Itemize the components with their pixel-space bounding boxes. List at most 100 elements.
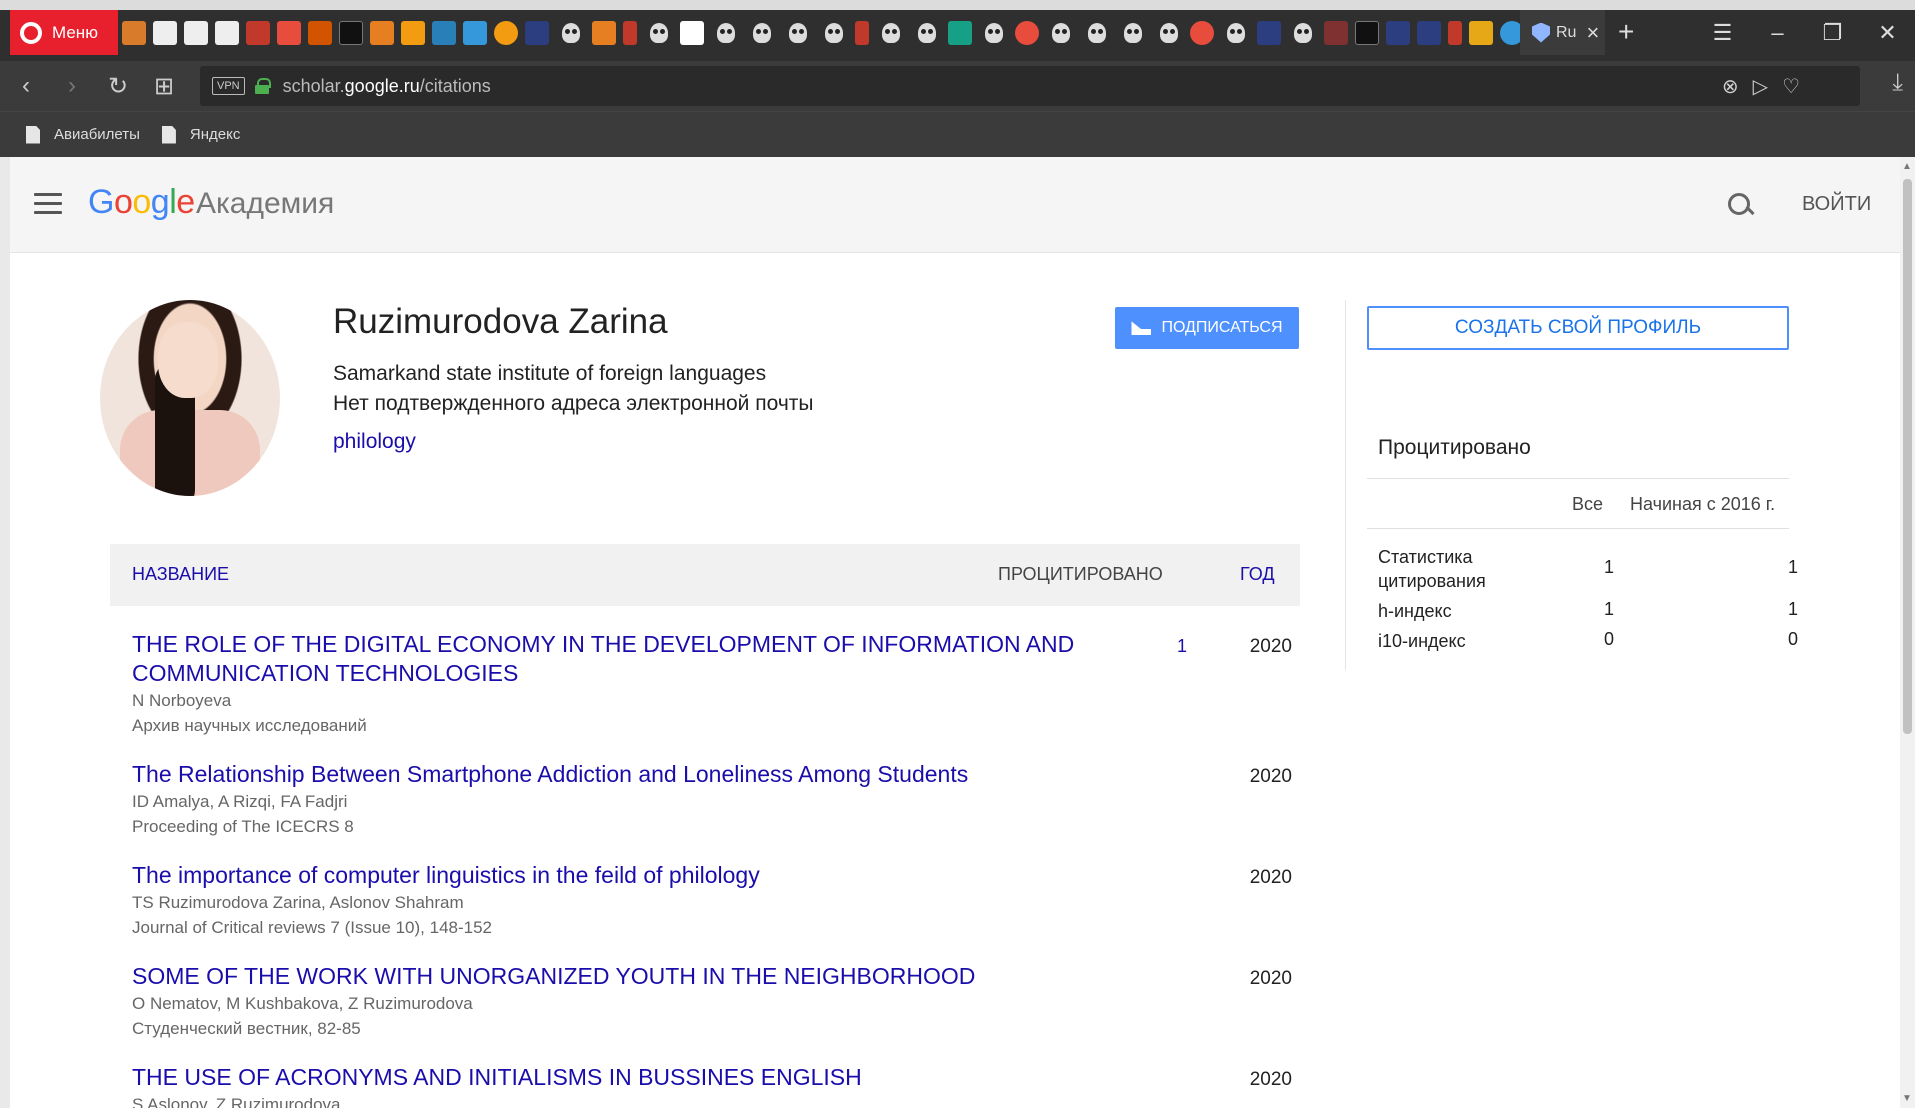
tab-document-icon[interactable]	[153, 21, 177, 45]
tab-menu-icon[interactable]: ☰	[1695, 20, 1750, 46]
tab-skull-icon[interactable]	[753, 23, 771, 43]
tab-skull-icon[interactable]	[562, 23, 580, 43]
tab-document-icon[interactable]	[184, 21, 208, 45]
forward-icon[interactable]: ›	[52, 72, 92, 100]
pinned-tabs	[122, 16, 1531, 50]
tab-pdf-icon[interactable]	[277, 21, 301, 45]
tab-skull-icon[interactable]	[717, 23, 735, 43]
tab-favicon-icon[interactable]	[432, 21, 456, 45]
publication-row: THE USE OF ACRONYMS AND INITIALISMS IN B…	[132, 1063, 1302, 1108]
page-scrollbar[interactable]: ▲ ▼	[1900, 157, 1915, 1108]
bookmark-aviabilety[interactable]: Авиабилеты	[26, 125, 140, 144]
sort-by-title-header[interactable]: НАЗВАНИЕ	[132, 564, 229, 585]
tab-favicon-icon[interactable]	[370, 21, 394, 45]
opera-logo-icon	[20, 21, 42, 44]
tab-favicon-icon[interactable]	[1015, 21, 1039, 45]
tab-heart-icon[interactable]	[1190, 21, 1214, 45]
publication-title-link[interactable]: SOME OF THE WORK WITH UNORGANIZED YOUTH …	[132, 962, 1092, 991]
tab-favicon-icon[interactable]	[246, 21, 270, 45]
speed-dial-grid-icon[interactable]: ⊞	[144, 72, 184, 101]
publication-title-link[interactable]: The Relationship Between Smartphone Addi…	[132, 760, 1092, 789]
opera-menu-button[interactable]: Меню	[10, 10, 118, 55]
tab-document-icon[interactable]	[215, 21, 239, 45]
send-icon[interactable]: ▷	[1753, 74, 1768, 99]
tab-favicon-icon[interactable]	[494, 21, 518, 45]
cited-by-since-value: 0	[1787, 629, 1798, 649]
scholar-logo-text[interactable]: Академия	[196, 187, 334, 221]
tab-skull-icon[interactable]	[1052, 23, 1070, 43]
profile-interest-link[interactable]: philology	[333, 430, 416, 454]
tab-favicon-icon[interactable]	[948, 21, 972, 45]
tab-favicon-icon[interactable]	[680, 21, 704, 45]
active-tab[interactable]: Ru ×	[1520, 10, 1605, 55]
publication-title-link[interactable]: THE USE OF ACRONYMS AND INITIALISMS IN B…	[132, 1063, 1092, 1092]
tab-k-icon[interactable]	[339, 21, 363, 45]
publication-title-link[interactable]: THE ROLE OF THE DIGITAL ECONOMY IN THE D…	[132, 630, 1092, 688]
cited-by-col-all: Все	[1572, 494, 1604, 514]
tab-favicon-icon[interactable]	[592, 21, 616, 45]
adblock-icon[interactable]: ⊗	[1722, 74, 1739, 99]
download-icon[interactable]: ⤓	[1892, 69, 1903, 97]
tab-skull-icon[interactable]	[985, 23, 1003, 43]
url-text[interactable]: scholar.google.ru/citations	[283, 76, 491, 97]
follow-button[interactable]: ПОДПИСАТЬСЯ	[1115, 307, 1299, 349]
address-bar[interactable]: VPN scholar.google.ru/citations ⊗ ▷ ♡	[200, 66, 1860, 106]
tab-skull-icon[interactable]	[1294, 23, 1312, 43]
tab-flag-icon[interactable]	[525, 21, 549, 45]
restore-icon[interactable]: ❐	[1805, 20, 1860, 46]
sort-by-year-header[interactable]: ГОД	[1240, 564, 1275, 585]
tab-skull-icon[interactable]	[825, 23, 843, 43]
reload-icon[interactable]: ↻	[98, 72, 138, 101]
google-logo[interactable]: Google	[88, 183, 195, 222]
publication-title-link[interactable]: The importance of computer linguistics i…	[132, 861, 1092, 890]
tab-favicon-icon[interactable]	[855, 21, 869, 45]
cited-by-header[interactable]: ПРОЦИТИРОВАНО	[998, 564, 1163, 585]
tab-skull-icon[interactable]	[918, 23, 936, 43]
cited-by-title: Процитировано	[1378, 436, 1531, 459]
scroll-down-arrow-icon[interactable]: ▼	[1902, 1093, 1912, 1104]
tab-favicon-icon[interactable]	[401, 21, 425, 45]
search-icon[interactable]	[1726, 191, 1754, 219]
bookmark-yandex[interactable]: Яндекс	[161, 125, 240, 144]
browser-chrome: Меню Ru × + ☰ – ❐ ✕ ‹ › ↻ ⊞ VPN scholar.…	[0, 0, 1915, 157]
tab-favicon-icon[interactable]	[1469, 21, 1493, 45]
tab-skull-icon[interactable]	[1160, 23, 1178, 43]
back-icon[interactable]: ‹	[6, 72, 46, 100]
minimize-icon[interactable]: –	[1750, 20, 1805, 46]
close-tab-icon[interactable]: ×	[1586, 20, 1599, 46]
lock-icon[interactable]	[254, 78, 271, 94]
publication-venue: Архив научных исследований	[132, 716, 367, 735]
new-tab-plus-icon[interactable]: +	[1618, 16, 1634, 48]
publication-authors: S Aslonov, Z Ruzimurodova	[132, 1095, 341, 1108]
tab-skull-icon[interactable]	[650, 23, 668, 43]
cited-by-since-value: 1	[1787, 557, 1798, 577]
tab-skull-icon[interactable]	[1088, 23, 1106, 43]
vpn-badge[interactable]: VPN	[212, 77, 245, 95]
tab-favicon-icon[interactable]	[463, 21, 487, 45]
publication-authors: N Norboyeva	[132, 691, 232, 710]
bookmark-heart-icon[interactable]: ♡	[1782, 74, 1800, 99]
signin-button[interactable]: ВОЙТИ	[1802, 193, 1871, 216]
tab-skull-icon[interactable]	[789, 23, 807, 43]
publication-year: 2020	[1249, 968, 1292, 989]
tab-flag-icon[interactable]	[1386, 21, 1410, 45]
tab-favicon-icon[interactable]	[1324, 21, 1348, 45]
tab-skull-icon[interactable]	[1124, 23, 1142, 43]
scroll-up-arrow-icon[interactable]: ▲	[1902, 161, 1912, 172]
tab-yandex-icon[interactable]	[623, 21, 637, 45]
tab-flag-icon[interactable]	[1417, 21, 1441, 45]
create-profile-button[interactable]: СОЗДАТЬ СВОЙ ПРОФИЛЬ	[1367, 306, 1789, 350]
publication-cited-count-link[interactable]: 1	[1152, 636, 1212, 657]
tab-favicon-icon[interactable]	[122, 21, 146, 45]
publications-table-header: НАЗВАНИЕ ПРОЦИТИРОВАНО ГОД	[110, 544, 1300, 606]
cited-by-col-since: Начиная с 2016 г.	[1630, 494, 1776, 514]
hamburger-menu-icon[interactable]	[34, 193, 62, 215]
tab-favicon-icon[interactable]	[1355, 21, 1379, 45]
tab-yandex-icon[interactable]	[1448, 21, 1462, 45]
tab-skull-icon[interactable]	[1227, 23, 1245, 43]
scrollbar-thumb[interactable]	[1903, 179, 1912, 734]
close-window-icon[interactable]: ✕	[1860, 20, 1915, 46]
tab-flag-icon[interactable]	[1257, 21, 1281, 45]
tab-favicon-icon[interactable]	[308, 21, 332, 45]
tab-skull-icon[interactable]	[882, 23, 900, 43]
